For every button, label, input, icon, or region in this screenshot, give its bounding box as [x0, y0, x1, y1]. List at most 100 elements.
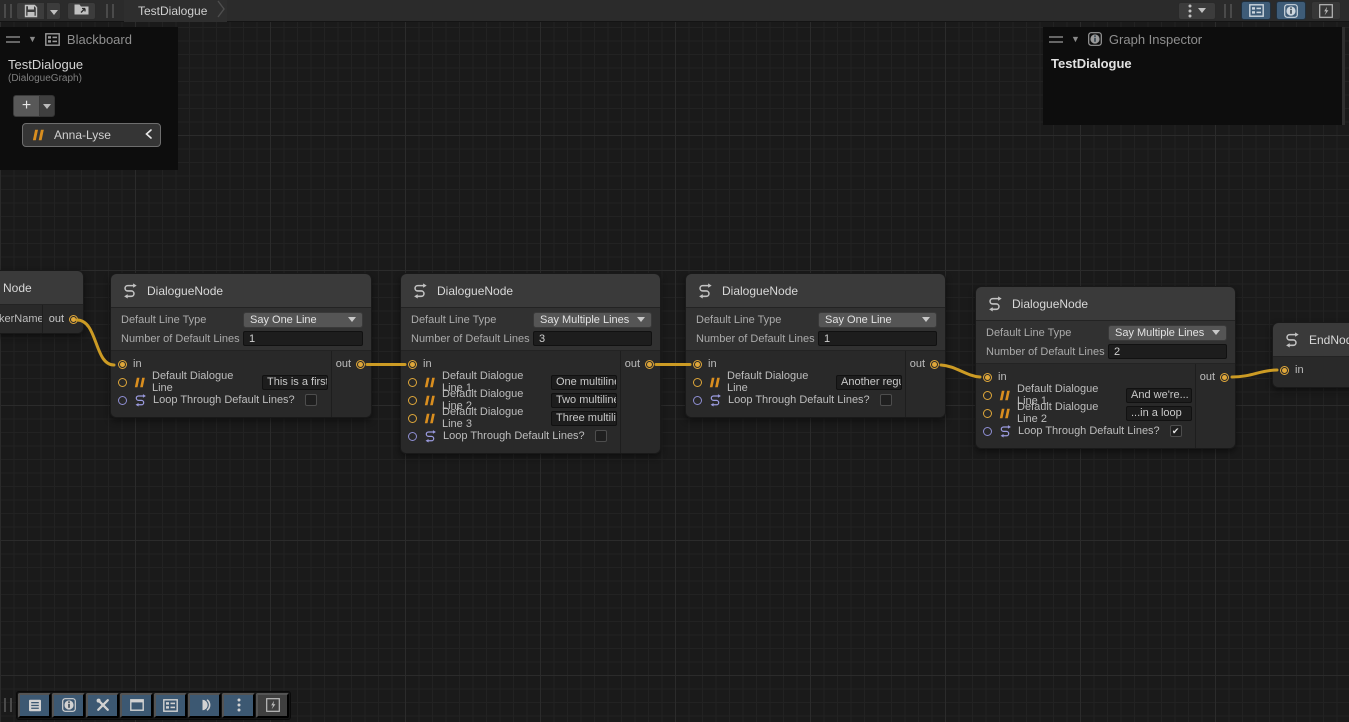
edge-node4-to-endnode[interactable] — [1232, 370, 1277, 377]
top-toolbar: TestDialogue — [0, 0, 1349, 22]
console-button[interactable] — [188, 693, 221, 718]
line-text-field[interactable]: And we're... — [1126, 388, 1192, 403]
end-node[interactable]: EndNode in — [1272, 322, 1349, 388]
toolbar-grip[interactable] — [4, 4, 12, 18]
add-property-button[interactable]: + — [13, 95, 40, 117]
toolbar-grip[interactable] — [1224, 4, 1232, 18]
graph-options-button[interactable] — [1178, 2, 1216, 20]
loop-port[interactable] — [983, 427, 992, 436]
inspector-resize-handle[interactable] — [1342, 27, 1345, 125]
window-button[interactable] — [120, 693, 153, 718]
chevron-down-icon — [1198, 8, 1206, 13]
blackboard-button[interactable] — [154, 693, 187, 718]
line-text-field[interactable]: ...in a loop — [1126, 406, 1192, 421]
node-title-label: EndNode — [1309, 333, 1349, 347]
save-button[interactable] — [16, 2, 45, 20]
line-text-field[interactable]: One multiline — [551, 375, 617, 390]
drag-handle-icon[interactable] — [6, 36, 20, 43]
node-title[interactable]: DialogueNode — [111, 274, 371, 308]
loop-checkbox[interactable] — [305, 394, 317, 406]
node-title[interactable]: DialogueNode — [686, 274, 945, 308]
out-port[interactable] — [645, 360, 654, 369]
node-properties: Default Line Type Say One Line Number of… — [111, 308, 371, 351]
graph-inspector-header[interactable]: ▼ Graph Inspector — [1043, 27, 1342, 47]
in-port[interactable] — [1280, 366, 1289, 375]
in-port[interactable] — [408, 360, 417, 369]
loop-checkbox[interactable] — [880, 394, 892, 406]
line-port[interactable] — [408, 378, 417, 387]
in-port[interactable] — [118, 360, 127, 369]
loop-port[interactable] — [118, 396, 127, 405]
node-title[interactable]: DialogueNode — [976, 287, 1235, 321]
loop-port[interactable] — [693, 396, 702, 405]
loop-checkbox[interactable] — [595, 430, 607, 442]
out-port-label: out — [1200, 371, 1215, 383]
drag-handle-icon[interactable] — [1049, 36, 1063, 43]
dialogue-graph-editor: { "toolbar": { "tab_label": "TestDialogu… — [0, 0, 1349, 722]
quote-icon — [423, 377, 436, 388]
blackboard-panel: ▼ Blackboard TestDialogue (DialogueGraph… — [0, 27, 178, 170]
tools-icon — [96, 698, 110, 712]
line-label: Default Dialogue Line — [152, 370, 256, 394]
line-type-dropdown[interactable]: Say One Line — [818, 312, 937, 328]
node-title[interactable]: DialogueNode — [401, 274, 660, 308]
in-port[interactable] — [693, 360, 702, 369]
line-port[interactable] — [693, 378, 702, 387]
toolbar-grip[interactable] — [4, 698, 12, 712]
line-type-label: Default Line Type — [986, 327, 1108, 339]
show-in-project-button[interactable] — [67, 2, 96, 20]
collapse-caret-icon[interactable]: ▼ — [28, 34, 37, 44]
line-label: Default Dialogue Line 2 — [1017, 401, 1120, 425]
line-port[interactable] — [983, 409, 992, 418]
out-port[interactable] — [930, 360, 939, 369]
spark-button[interactable] — [256, 693, 289, 718]
count-field[interactable]: 2 — [1108, 344, 1227, 359]
dialogue-node-2[interactable]: DialogueNode Default Line Type Say Multi… — [400, 273, 661, 454]
save-options-button[interactable] — [46, 2, 61, 20]
inspector-toggle-button[interactable] — [1276, 1, 1306, 20]
toolbar-grip[interactable] — [106, 4, 114, 18]
info-button[interactable] — [52, 693, 85, 718]
line-text-field[interactable]: Two multiline — [551, 393, 617, 408]
loop-checkbox[interactable] — [1170, 425, 1182, 437]
dialogue-node-3[interactable]: DialogueNode Default Line Type Say One L… — [685, 273, 946, 418]
preview-toggle-button[interactable] — [1311, 1, 1341, 20]
line-type-dropdown[interactable]: Say Multiple Lines — [533, 312, 652, 328]
dialogue-node-1[interactable]: DialogueNode Default Line Type Say One L… — [110, 273, 372, 418]
blackboard-header[interactable]: ▼ Blackboard — [0, 27, 178, 47]
node-title[interactable]: EndNode — [1273, 323, 1349, 357]
out-port[interactable] — [1220, 373, 1229, 382]
count-field[interactable]: 1 — [243, 331, 363, 346]
speaker-node-title-label: Node — [3, 281, 32, 295]
line-port[interactable] — [118, 378, 127, 387]
count-label: Number of Default Lines — [986, 346, 1108, 358]
save-icon — [24, 4, 38, 18]
line-port[interactable] — [408, 396, 417, 405]
loop-port[interactable] — [408, 432, 417, 441]
out-port[interactable] — [356, 360, 365, 369]
in-port-label: in — [998, 371, 1007, 383]
line-port[interactable] — [983, 391, 992, 400]
speaker-node-title[interactable]: Node — [0, 271, 83, 305]
blackboard-property-anna-lyse[interactable]: Anna-Lyse — [22, 123, 161, 147]
line-type-dropdown[interactable]: Say One Line — [243, 312, 363, 328]
speaker-node[interactable]: Node kerName out — [0, 270, 84, 334]
notes-button[interactable] — [18, 693, 51, 718]
blackboard-toggle-button[interactable] — [1241, 1, 1271, 20]
tools-button[interactable] — [86, 693, 119, 718]
chevron-left-icon[interactable] — [145, 128, 152, 142]
line-port[interactable] — [408, 414, 417, 423]
breadcrumb[interactable]: TestDialogue — [124, 0, 227, 22]
line-text-field[interactable]: Three multili — [551, 411, 617, 426]
dialogue-node-4[interactable]: DialogueNode Default Line Type Say Multi… — [975, 286, 1236, 449]
more-button[interactable] — [222, 693, 255, 718]
add-property-options-button[interactable] — [40, 95, 55, 117]
line-text-field[interactable]: Another regu — [836, 375, 902, 390]
line-type-dropdown[interactable]: Say Multiple Lines — [1108, 325, 1227, 341]
in-port[interactable] — [983, 373, 992, 382]
line-text-field[interactable]: This is a first — [262, 375, 328, 390]
quote-icon — [998, 408, 1011, 419]
count-field[interactable]: 1 — [818, 331, 937, 346]
collapse-caret-icon[interactable]: ▼ — [1071, 34, 1080, 44]
count-field[interactable]: 3 — [533, 331, 652, 346]
